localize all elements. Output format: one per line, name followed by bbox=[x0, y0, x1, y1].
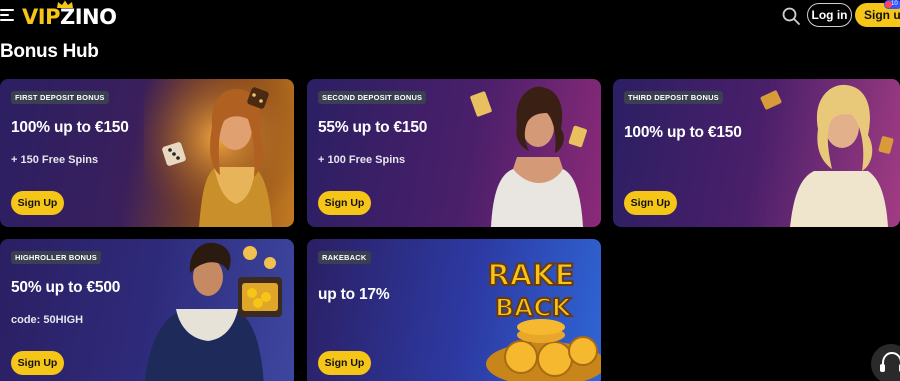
card-signup-button[interactable]: Sign Up bbox=[318, 191, 371, 215]
page-title: Bonus Hub bbox=[0, 41, 99, 62]
login-button[interactable]: Log in bbox=[807, 3, 852, 27]
card-signup-button[interactable]: Sign Up bbox=[624, 191, 677, 215]
bonus-card-second-deposit[interactable]: SECOND DEPOSIT BONUS 55% up to €150 + 10… bbox=[307, 79, 601, 227]
menu-icon[interactable] bbox=[0, 9, 14, 21]
bonus-amount: 50% up to €500 bbox=[11, 279, 121, 296]
bonus-amount: 100% up to €150 bbox=[624, 124, 742, 141]
logo-text-zino: ZINO bbox=[59, 5, 117, 29]
bonus-badge: SECOND DEPOSIT BONUS bbox=[318, 91, 427, 104]
support-button[interactable] bbox=[871, 344, 900, 381]
notification-badge: 10 bbox=[884, 0, 900, 9]
bonus-card-third-deposit[interactable]: THIRD DEPOSIT BONUS 100% up to €150 Sign… bbox=[613, 79, 900, 227]
logo[interactable]: VIPZINO bbox=[22, 4, 117, 30]
bonus-subtext: + 100 Free Spins bbox=[318, 154, 406, 166]
search-icon[interactable] bbox=[781, 6, 801, 26]
bonus-card-highroller[interactable]: HIGHROLLER BONUS 50% up to €500 code: 50… bbox=[0, 239, 294, 381]
bonus-badge: HIGHROLLER BONUS bbox=[11, 251, 101, 264]
bonus-subtext: + 150 Free Spins bbox=[11, 154, 99, 166]
man-gold-chest-illustration bbox=[144, 242, 282, 381]
woman-white-dress-illustration bbox=[470, 86, 587, 227]
card-signup-button[interactable]: Sign Up bbox=[11, 191, 64, 215]
logo-text-vip: VIP bbox=[22, 5, 60, 29]
bonus-card-first-deposit[interactable]: FIRST DEPOSIT BONUS 100% up to €150 + 15… bbox=[0, 79, 294, 227]
notification-dot-icon bbox=[885, 1, 892, 8]
bonus-amount: 100% up to €150 bbox=[11, 119, 129, 136]
card-signup-button[interactable]: Sign Up bbox=[11, 351, 64, 375]
art-text-rake: RAKE bbox=[487, 258, 574, 292]
bonus-badge: THIRD DEPOSIT BONUS bbox=[624, 91, 723, 104]
top-bar: VIPZINO Log in Sign up 10 bbox=[0, 0, 900, 34]
card-signup-button[interactable]: Sign Up bbox=[318, 351, 371, 375]
woman-gold-dress-illustration bbox=[144, 79, 294, 227]
notification-count: 10 bbox=[891, 1, 898, 7]
bonus-badge: RAKEBACK bbox=[318, 251, 371, 264]
bonus-code: code: 50HIGH bbox=[11, 314, 84, 326]
bonus-amount: up to 17% bbox=[318, 286, 390, 303]
bonus-amount: 55% up to €150 bbox=[318, 119, 428, 136]
bonus-badge: FIRST DEPOSIT BONUS bbox=[11, 91, 109, 104]
woman-blonde-illustration bbox=[760, 84, 894, 227]
support-headset-icon bbox=[880, 351, 900, 372]
bonus-card-rakeback[interactable]: RAKE BACK RAKEBACK up to 17% Sign Up bbox=[307, 239, 601, 381]
art-text-back: BACK bbox=[495, 293, 573, 322]
rakeback-coins-illustration: RAKE BACK bbox=[486, 257, 601, 381]
